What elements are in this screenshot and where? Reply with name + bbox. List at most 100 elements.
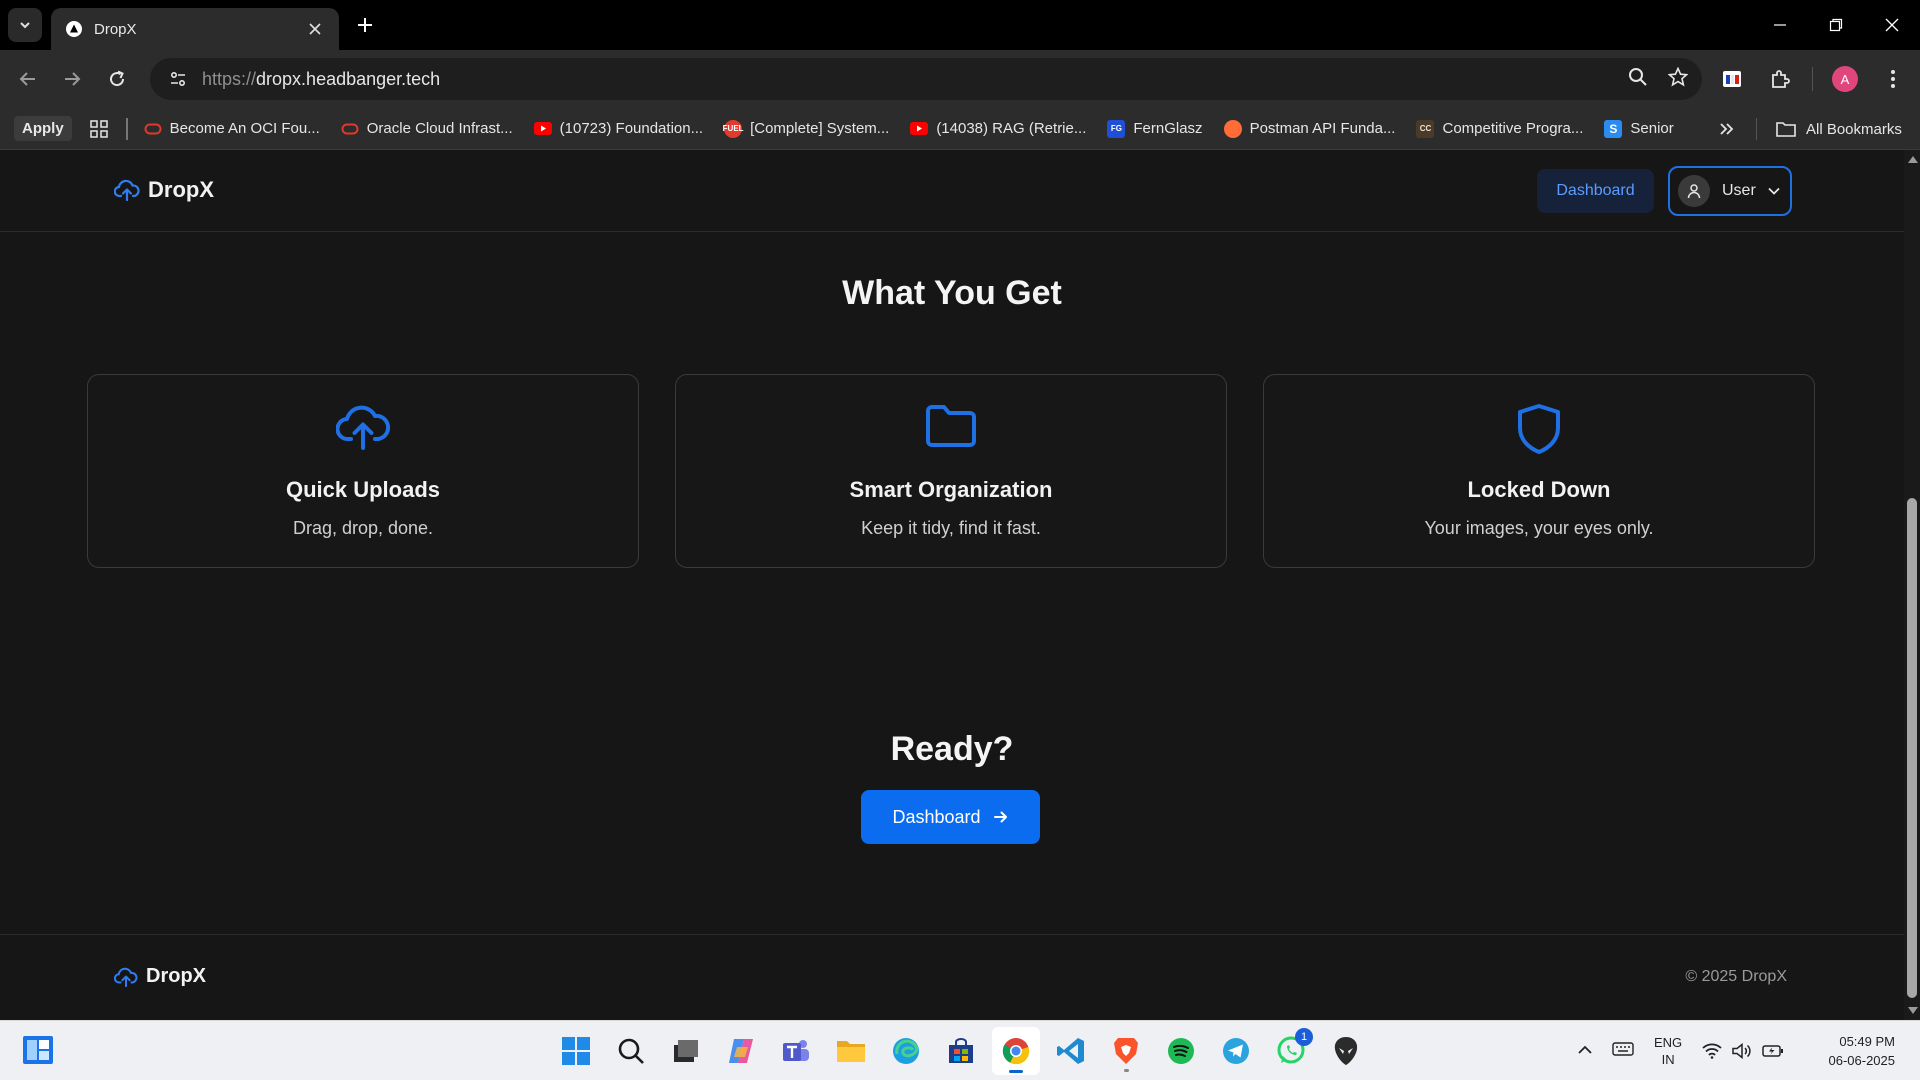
taskbar-teams[interactable] bbox=[772, 1027, 820, 1075]
toolbar-separator bbox=[1812, 67, 1813, 91]
youtube-icon bbox=[910, 120, 929, 138]
bookmarks-separator bbox=[125, 117, 128, 140]
bookmark-item[interactable]: CC Competitive Progra... bbox=[1416, 119, 1583, 138]
close-window-button[interactable] bbox=[1864, 0, 1920, 50]
taskbar-vscode[interactable] bbox=[1047, 1027, 1095, 1075]
plus-icon bbox=[358, 18, 372, 32]
reload-icon bbox=[110, 70, 125, 87]
arrow-left-icon bbox=[19, 72, 35, 86]
taskbar-edge[interactable] bbox=[882, 1027, 930, 1075]
header-dashboard-button[interactable]: Dashboard bbox=[1537, 169, 1654, 213]
taskbar-alienware[interactable] bbox=[1322, 1027, 1370, 1075]
site-footer: DropX © 2025 DropX bbox=[0, 934, 1904, 1020]
taskbar-chrome[interactable] bbox=[992, 1027, 1040, 1075]
back-button[interactable] bbox=[12, 63, 44, 95]
scroll-thumb[interactable] bbox=[1907, 498, 1917, 998]
user-icon bbox=[1687, 184, 1701, 199]
scroll-down-arrow[interactable] bbox=[1908, 1007, 1918, 1014]
tab-close-icon[interactable] bbox=[305, 19, 325, 39]
chevron-down-icon bbox=[20, 22, 30, 29]
feature-card-quick-uploads: Quick Uploads Drag, drop, done. bbox=[87, 374, 639, 568]
more-menu-icon[interactable] bbox=[1877, 63, 1909, 95]
clock-date: 06-06-2025 bbox=[1828, 1053, 1896, 1068]
page-scrollbar[interactable] bbox=[1904, 150, 1920, 1020]
folder-icon bbox=[676, 403, 1226, 449]
taskbar-store[interactable] bbox=[937, 1027, 985, 1075]
start-button[interactable] bbox=[552, 1027, 600, 1075]
forward-button[interactable] bbox=[56, 63, 88, 95]
wifi-icon bbox=[1702, 1043, 1722, 1059]
file-explorer-icon bbox=[837, 1041, 865, 1062]
taskbar-search[interactable] bbox=[607, 1027, 655, 1075]
tab-search-button[interactable] bbox=[8, 8, 42, 42]
bookmark-item[interactable]: Become An OCI Fou... bbox=[144, 120, 320, 138]
card-description: Your images, your eyes only. bbox=[1424, 518, 1654, 538]
search-icon bbox=[618, 1038, 644, 1064]
all-bookmarks[interactable]: All Bookmarks bbox=[1776, 108, 1902, 150]
new-tab-button[interactable] bbox=[352, 12, 378, 38]
profile-avatar[interactable]: A bbox=[1829, 63, 1861, 95]
taskbar-brave[interactable] bbox=[1102, 1027, 1150, 1075]
taskbar-telegram[interactable] bbox=[1212, 1027, 1260, 1075]
keyboard-icon[interactable] bbox=[1612, 1041, 1634, 1061]
bookmark-item[interactable]: (10723) Foundation... bbox=[533, 120, 703, 138]
taskbar-whatsapp[interactable]: 1 bbox=[1267, 1027, 1315, 1075]
task-view[interactable] bbox=[662, 1027, 710, 1075]
bookmarks-separator bbox=[1756, 118, 1757, 140]
copilot-icon bbox=[729, 1039, 753, 1063]
youtube-icon bbox=[533, 120, 552, 138]
widgets-icon[interactable] bbox=[22, 1035, 56, 1067]
browser-toolbar: https://dropx.headbanger.tech A bbox=[0, 50, 1920, 108]
quick-settings[interactable] bbox=[1702, 1043, 1784, 1059]
close-icon bbox=[1885, 18, 1899, 32]
address-bar[interactable]: https://dropx.headbanger.tech bbox=[150, 58, 1702, 100]
spotify-icon bbox=[1168, 1038, 1194, 1064]
minimize-button[interactable] bbox=[1752, 0, 1808, 50]
footer-logo[interactable]: DropX bbox=[114, 965, 206, 988]
bookmark-item[interactable]: FG FernGlasz bbox=[1107, 119, 1203, 138]
reload-button[interactable] bbox=[101, 63, 133, 95]
feature-card-locked-down: Locked Down Your images, your eyes only. bbox=[1263, 374, 1815, 568]
page-viewport: DropX Dashboard User What You Get Quick … bbox=[0, 150, 1904, 1020]
cta-button-label: Dashboard bbox=[892, 806, 981, 827]
extensions-puzzle-icon[interactable] bbox=[1764, 63, 1796, 95]
chrome-icon bbox=[1002, 1038, 1030, 1065]
star-icon[interactable] bbox=[1667, 66, 1689, 92]
bookmark-item[interactable]: Oracle Cloud Infrast... bbox=[341, 120, 513, 138]
bookmark-item[interactable]: S Senior bbox=[1604, 119, 1674, 138]
battery-icon bbox=[1762, 1045, 1784, 1057]
cta-dashboard-button[interactable]: Dashboard bbox=[861, 790, 1040, 844]
browser-tab-active[interactable]: DropX bbox=[51, 8, 339, 50]
apps-grid-icon[interactable] bbox=[88, 118, 110, 140]
user-menu-button[interactable]: User bbox=[1668, 166, 1792, 216]
cta-title: Ready? bbox=[890, 730, 1014, 768]
active-indicator bbox=[1009, 1070, 1023, 1073]
postman-icon bbox=[1223, 119, 1242, 138]
cloud-upload-icon bbox=[114, 179, 140, 201]
bookmark-item[interactable]: FUEL [Complete] System... bbox=[723, 119, 889, 138]
bookmark-apply[interactable]: Apply bbox=[14, 116, 72, 141]
card-description: Keep it tidy, find it fast. bbox=[861, 518, 1041, 538]
taskbar-copilot[interactable] bbox=[717, 1027, 765, 1075]
windows-taskbar: 1 ENG IN 05:49 PM 06-06-2025 bbox=[0, 1020, 1920, 1080]
bookmark-item[interactable]: (14038) RAG (Retrie... bbox=[910, 120, 1086, 138]
taskbar-spotify[interactable] bbox=[1157, 1027, 1205, 1075]
bookmark-item[interactable]: Postman API Funda... bbox=[1223, 119, 1395, 138]
zoom-icon[interactable] bbox=[1628, 67, 1648, 92]
language-indicator[interactable]: ENG IN bbox=[1654, 1034, 1682, 1068]
chevron-up-icon[interactable] bbox=[1578, 1042, 1592, 1060]
copyright: © 2025 DropX bbox=[1685, 968, 1787, 985]
restore-button[interactable] bbox=[1808, 0, 1864, 50]
folder-icon bbox=[1776, 122, 1796, 137]
bookmarks-overflow-icon[interactable] bbox=[1712, 118, 1742, 140]
site-logo[interactable]: DropX bbox=[114, 177, 214, 203]
extension-flag-icon[interactable] bbox=[1716, 63, 1748, 95]
taskbar-clock[interactable]: 05:49 PM 06-06-2025 bbox=[1829, 1032, 1896, 1070]
shield-icon bbox=[1264, 403, 1814, 455]
scroll-up-arrow[interactable] bbox=[1908, 156, 1918, 163]
card-title: Smart Organization bbox=[849, 477, 1053, 502]
taskbar-file-explorer[interactable] bbox=[827, 1027, 875, 1075]
notification-badge: 1 bbox=[1295, 1028, 1313, 1046]
volume-icon bbox=[1732, 1043, 1751, 1059]
site-info-icon[interactable] bbox=[164, 65, 192, 93]
